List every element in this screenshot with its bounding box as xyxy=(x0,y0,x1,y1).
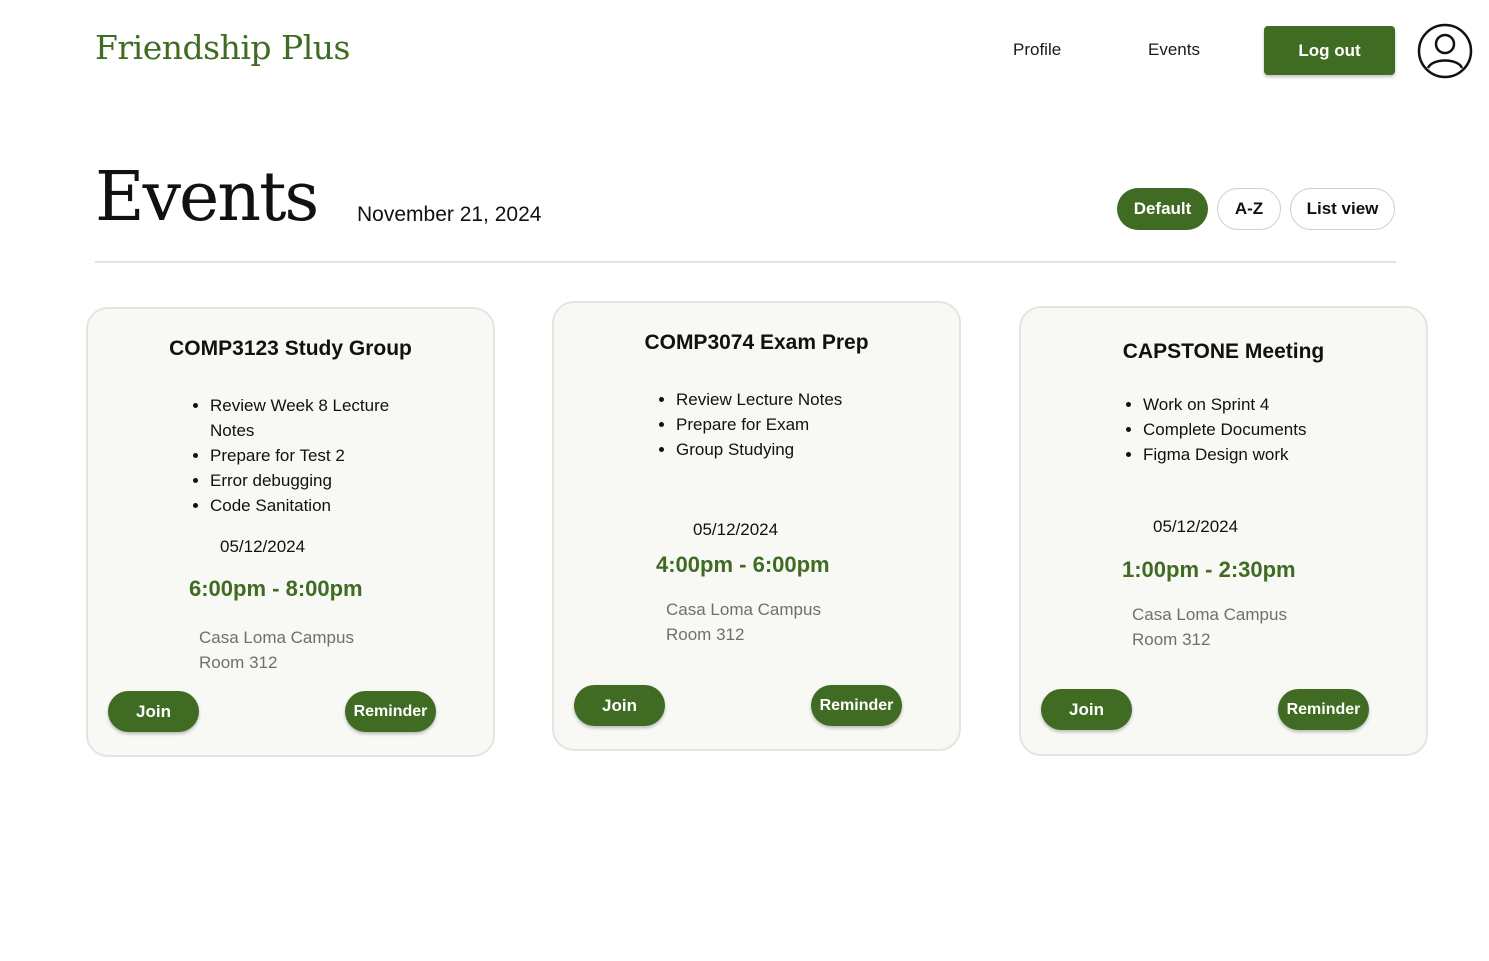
event-location: Casa Loma Campus Room 312 xyxy=(1132,602,1287,652)
event-time: 4:00pm - 6:00pm xyxy=(656,552,830,577)
sort-default-button[interactable]: Default xyxy=(1117,188,1208,230)
event-task-list: Work on Sprint 4 Complete Documents Figm… xyxy=(1125,392,1363,467)
task-item: Group Studying xyxy=(676,437,896,462)
event-time: 1:00pm - 2:30pm xyxy=(1122,557,1296,582)
event-campus: Casa Loma Campus xyxy=(199,628,354,647)
event-title: COMP3123 Study Group xyxy=(169,337,412,360)
event-room: Room 312 xyxy=(1132,630,1211,649)
event-room: Room 312 xyxy=(666,625,745,644)
event-date: 05/12/2024 xyxy=(220,537,306,556)
list-view-button[interactable]: List view xyxy=(1290,188,1395,230)
event-room: Room 312 xyxy=(199,653,278,672)
brand-logo[interactable]: Friendship Plus xyxy=(95,28,350,67)
header-divider xyxy=(95,261,1396,263)
join-button[interactable]: Join xyxy=(574,685,665,726)
event-date: 05/12/2024 xyxy=(1153,517,1239,536)
event-location: Casa Loma Campus Room 312 xyxy=(666,597,821,647)
reminder-button[interactable]: Reminder xyxy=(811,685,902,726)
event-location: Casa Loma Campus Room 312 xyxy=(199,625,354,675)
event-title: CAPSTONE Meeting xyxy=(1122,340,1325,363)
reminder-button[interactable]: Reminder xyxy=(1278,689,1369,730)
task-item: Review Lecture Notes xyxy=(676,387,896,412)
task-item: Prepare for Test 2 xyxy=(210,443,420,468)
nav-profile-link[interactable]: Profile xyxy=(1013,40,1061,60)
task-item: Review Week 8 Lecture Notes xyxy=(210,393,420,443)
sort-az-button[interactable]: A-Z xyxy=(1217,188,1281,230)
event-card: CAPSTONE Meeting Work on Sprint 4 Comple… xyxy=(1019,306,1428,756)
event-time: 6:00pm - 8:00pm xyxy=(189,576,363,601)
event-card: COMP3074 Exam Prep Review Lecture Notes … xyxy=(552,301,961,751)
event-card: COMP3123 Study Group Review Week 8 Lectu… xyxy=(86,307,495,757)
nav-events-link[interactable]: Events xyxy=(1148,40,1200,60)
event-campus: Casa Loma Campus xyxy=(666,600,821,619)
event-campus: Casa Loma Campus xyxy=(1132,605,1287,624)
join-button[interactable]: Join xyxy=(108,691,199,732)
current-date: November 21, 2024 xyxy=(357,203,542,226)
user-avatar-icon[interactable] xyxy=(1417,23,1473,79)
task-item: Prepare for Exam xyxy=(676,412,896,437)
event-task-list: Review Lecture Notes Prepare for Exam Gr… xyxy=(658,387,896,462)
task-item: Complete Documents xyxy=(1143,417,1363,442)
event-task-list: Review Week 8 Lecture Notes Prepare for … xyxy=(192,393,420,518)
event-date: 05/12/2024 xyxy=(693,520,779,539)
task-item: Work on Sprint 4 xyxy=(1143,392,1363,417)
page-title: Events xyxy=(95,158,319,237)
task-item: Error debugging xyxy=(210,468,420,493)
task-item: Code Sanitation xyxy=(210,493,420,518)
logout-button[interactable]: Log out xyxy=(1264,26,1395,75)
join-button[interactable]: Join xyxy=(1041,689,1132,730)
event-title: COMP3074 Exam Prep xyxy=(644,331,869,354)
task-item: Figma Design work xyxy=(1143,442,1363,467)
reminder-button[interactable]: Reminder xyxy=(345,691,436,732)
